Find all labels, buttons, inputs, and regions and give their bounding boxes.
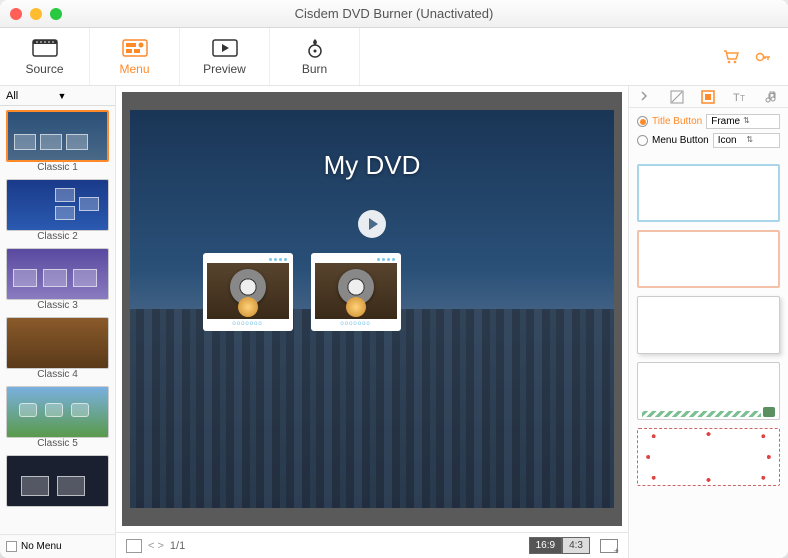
main-area: All ▼ Classic 1 Classic 2 Classic 3 xyxy=(0,86,788,558)
right-tab-bar: TT xyxy=(629,86,788,108)
frame-option[interactable] xyxy=(637,296,780,354)
cart-icon[interactable] xyxy=(722,48,740,66)
preview-icon xyxy=(211,38,239,58)
tab-menu-label: Menu xyxy=(119,62,149,76)
ratio-option[interactable]: 16:9 xyxy=(529,537,562,554)
tab-source-label: Source xyxy=(25,62,63,76)
tab-preview-label: Preview xyxy=(203,62,246,76)
tab-burn-label: Burn xyxy=(302,62,327,76)
frame-option[interactable] xyxy=(637,230,780,288)
menu-button-radio[interactable] xyxy=(637,135,648,146)
window-title: Cisdem DVD Burner (Unactivated) xyxy=(0,6,788,21)
video-thumbnail-icon xyxy=(315,263,397,319)
template-list: Classic 1 Classic 2 Classic 3 Classic 4 … xyxy=(0,106,115,534)
chevron-down-icon: ▼ xyxy=(58,91,110,101)
template-filter-dropdown[interactable]: All ▼ xyxy=(0,86,115,106)
menu-button-select[interactable]: Icon⇅ xyxy=(713,133,780,148)
item-placeholder-label: ooooooo xyxy=(315,319,397,327)
tab-preview[interactable]: Preview xyxy=(180,28,270,85)
page-nav-arrows[interactable]: < > xyxy=(148,540,164,552)
menu-preview[interactable]: My DVD ooooooo ooooooo xyxy=(122,92,622,526)
no-menu-label: No Menu xyxy=(21,541,62,552)
tab-burn[interactable]: Burn xyxy=(270,28,360,85)
template-label: Classic 4 xyxy=(6,369,109,380)
titlebar: Cisdem DVD Burner (Unactivated) xyxy=(0,0,788,28)
template-item[interactable]: Classic 5 xyxy=(0,382,115,451)
frame-option[interactable] xyxy=(637,428,780,486)
dvd-title-text[interactable]: My DVD xyxy=(130,150,614,181)
title-button-select[interactable]: Frame⇅ xyxy=(706,114,780,129)
layout-icon[interactable] xyxy=(126,539,142,553)
add-image-button[interactable] xyxy=(600,539,618,553)
canvas-footer: < > 1/1 16:9 4:3 xyxy=(116,532,628,558)
text-style-icon[interactable]: TT xyxy=(733,90,747,104)
frame-option[interactable] xyxy=(637,362,780,420)
template-item[interactable]: Classic 4 xyxy=(0,313,115,382)
frame-style-icon[interactable] xyxy=(701,90,715,104)
menu-item[interactable]: ooooooo xyxy=(311,253,401,331)
item-placeholder-label: ooooooo xyxy=(207,319,289,327)
template-label: Classic 1 xyxy=(6,162,109,173)
burn-icon xyxy=(301,38,329,58)
frame-option[interactable] xyxy=(637,164,780,222)
aspect-ratio-toggle[interactable]: 16:9 4:3 xyxy=(529,537,590,554)
no-menu-checkbox[interactable] xyxy=(6,541,17,552)
filter-label: All xyxy=(6,90,58,102)
title-button-label: Title Button xyxy=(652,116,702,127)
video-thumbnail-icon xyxy=(207,263,289,319)
ratio-option[interactable]: 4:3 xyxy=(562,537,590,554)
menu-icon xyxy=(121,38,149,58)
app-window: Cisdem DVD Burner (Unactivated) Source M… xyxy=(0,0,788,558)
templates-sidebar: All ▼ Classic 1 Classic 2 Classic 3 xyxy=(0,86,116,558)
template-item[interactable]: Classic 1 xyxy=(0,106,115,175)
collapse-icon[interactable] xyxy=(638,90,652,104)
template-item[interactable]: Classic 3 xyxy=(0,244,115,313)
template-item[interactable] xyxy=(0,451,115,509)
main-toolbar: Source Menu Preview Burn xyxy=(0,28,788,86)
tab-source[interactable]: Source xyxy=(0,28,90,85)
no-style-icon[interactable] xyxy=(670,90,684,104)
music-icon[interactable] xyxy=(765,90,779,104)
template-label: Classic 3 xyxy=(6,300,109,311)
title-button-radio[interactable] xyxy=(637,116,648,127)
svg-text:T: T xyxy=(733,92,740,104)
properties-sidebar: TT Title Button Frame⇅ Menu Button Icon⇅ xyxy=(628,86,788,558)
page-indicator: 1/1 xyxy=(170,540,185,552)
template-label: Classic 2 xyxy=(6,231,109,242)
source-icon xyxy=(31,38,59,58)
toolbar-right xyxy=(722,28,788,85)
template-item[interactable]: Classic 2 xyxy=(0,175,115,244)
title-button-row: Title Button Frame⇅ xyxy=(637,114,780,129)
menu-items: ooooooo ooooooo xyxy=(203,253,401,331)
play-button[interactable] xyxy=(358,210,386,238)
key-icon[interactable] xyxy=(754,48,772,66)
frame-style-list xyxy=(629,158,788,558)
tab-menu[interactable]: Menu xyxy=(90,28,180,85)
menu-button-label: Menu Button xyxy=(652,135,709,146)
template-label: Classic 5 xyxy=(6,438,109,449)
menu-item[interactable]: ooooooo xyxy=(203,253,293,331)
menu-button-row: Menu Button Icon⇅ xyxy=(637,133,780,148)
canvas-area: My DVD ooooooo ooooooo xyxy=(116,86,628,558)
menu-background: My DVD ooooooo ooooooo xyxy=(130,110,614,508)
svg-text:T: T xyxy=(740,94,745,103)
style-controls: Title Button Frame⇅ Menu Button Icon⇅ xyxy=(629,108,788,158)
no-menu-checkbox-row[interactable]: No Menu xyxy=(0,534,115,558)
